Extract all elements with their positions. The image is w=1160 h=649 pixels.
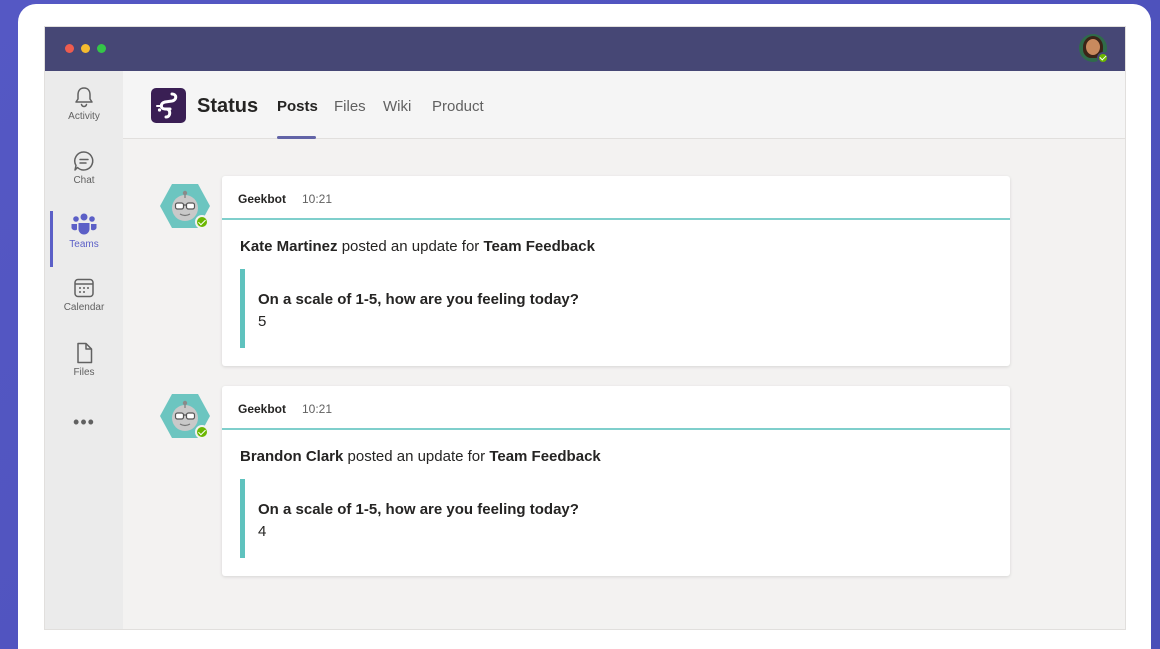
post-question: On a scale of 1-5, how are you feeling t… (258, 291, 579, 308)
rail-label-chat: Chat (73, 175, 95, 186)
chat-icon (74, 151, 94, 171)
maximize-window-button[interactable] (97, 44, 106, 53)
post-team-name: Team Feedback (483, 238, 595, 255)
tab-wiki[interactable]: Wiki (383, 98, 411, 115)
active-tab-indicator (277, 136, 316, 139)
rail-label-activity: Activity (68, 111, 100, 122)
post-header: Geekbot 10:21 (222, 176, 1010, 220)
rail-item-chat[interactable]: Chat (45, 149, 123, 209)
rail-item-activity[interactable]: Activity (45, 85, 123, 145)
post-user-name: Brandon Clark (240, 448, 344, 465)
app-title: Status (197, 95, 259, 117)
bot-avatar[interactable] (159, 182, 211, 230)
rail-label-files: Files (73, 367, 95, 378)
post-header: Geekbot 10:21 (222, 386, 1010, 430)
post-time: 10:21 (302, 402, 333, 416)
app-logo-icon (156, 92, 178, 119)
bot-avatar[interactable] (159, 392, 211, 440)
file-icon (77, 342, 93, 364)
calendar-icon (74, 278, 94, 298)
teams-icon (71, 213, 97, 235)
post-user-name: Kate Martinez (240, 238, 338, 255)
rail-item-teams[interactable]: Teams (45, 211, 123, 271)
post-card: Geekbot 10:21 Kate Martinez posted an up… (222, 176, 1010, 366)
tab-posts[interactable]: Posts (277, 98, 318, 115)
post-card: Geekbot 10:21 Brandon Clark posted an up… (222, 386, 1010, 576)
post-summary: Brandon Clark posted an update for Team … (240, 448, 601, 465)
teams-window: Activity Chat Teams Calendar Files ••• S… (45, 27, 1125, 629)
post-response-block: On a scale of 1-5, how are you feeling t… (240, 269, 1000, 348)
user-avatar[interactable] (1079, 34, 1109, 64)
tab-product[interactable]: Product (432, 98, 484, 115)
post-team-name: Team Feedback (489, 448, 601, 465)
post-author[interactable]: Geekbot (238, 192, 286, 206)
rail-label-teams: Teams (69, 239, 99, 250)
rail-item-calendar[interactable]: Calendar (45, 276, 123, 336)
title-bar (45, 27, 1125, 71)
verified-check-icon (195, 425, 209, 439)
post-question: On a scale of 1-5, how are you feeling t… (258, 501, 579, 518)
channel-header: Status Posts Files Wiki Product (123, 71, 1125, 139)
post-action-text: posted an update for (337, 238, 484, 255)
tab-files[interactable]: Files (334, 98, 366, 115)
bell-icon (75, 87, 93, 108)
post-author[interactable]: Geekbot (238, 402, 286, 416)
app-rail: Activity Chat Teams Calendar Files ••• (45, 71, 123, 629)
verified-check-icon (195, 215, 209, 229)
post-action-text: posted an update for (343, 448, 490, 465)
post-time: 10:21 (302, 192, 333, 206)
post-response-block: On a scale of 1-5, how are you feeling t… (240, 479, 1000, 558)
more-apps-button[interactable]: ••• (45, 412, 123, 477)
avatar-face (1086, 39, 1100, 55)
close-window-button[interactable] (65, 44, 74, 53)
rail-item-files[interactable]: Files (45, 341, 123, 401)
presence-available-icon (1097, 52, 1109, 64)
minimize-window-button[interactable] (81, 44, 90, 53)
rail-label-calendar: Calendar (63, 302, 105, 313)
status-app-logo (151, 88, 186, 123)
post-answer: 4 (258, 523, 267, 540)
post-summary: Kate Martinez posted an update for Team … (240, 238, 595, 255)
more-icon: ••• (73, 412, 95, 432)
post-answer: 5 (258, 313, 267, 330)
